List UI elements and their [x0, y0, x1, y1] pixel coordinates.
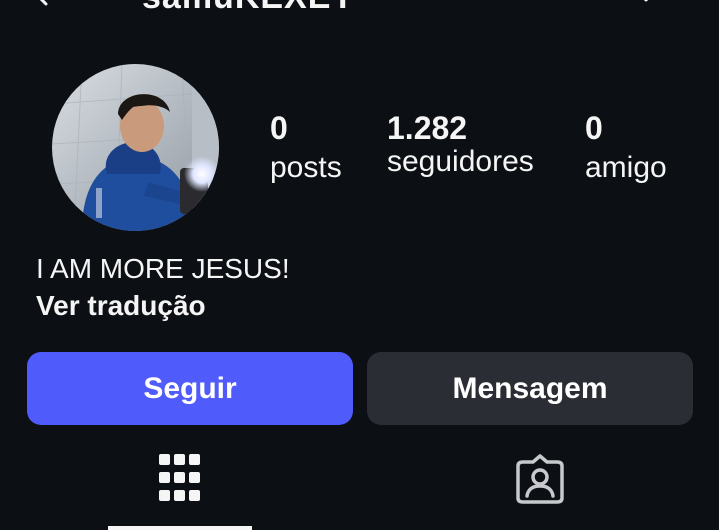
grid-icon	[159, 454, 200, 501]
chevron-down-icon[interactable]	[636, 0, 656, 6]
stat-posts-label: posts	[270, 151, 342, 184]
tagged-person-icon	[516, 454, 564, 504]
stat-followers-label: seguidores	[387, 145, 534, 178]
stat-followers[interactable]: 1.282 seguidores	[387, 108, 534, 182]
top-bar: samuKEXEY	[0, 0, 719, 20]
stat-posts[interactable]: 0 posts	[270, 108, 342, 188]
follow-button[interactable]: Seguir	[27, 352, 353, 425]
active-tab-indicator	[108, 526, 252, 530]
chevron-left-icon[interactable]	[32, 0, 54, 6]
profile-username: samuKEXEY	[142, 0, 355, 17]
tab-posts-grid[interactable]	[108, 440, 252, 530]
see-translation-link[interactable]: Ver tradução	[36, 288, 206, 324]
message-button[interactable]: Mensagem	[367, 352, 693, 425]
stat-posts-value: 0	[270, 110, 288, 146]
stat-friends-label: amigo	[585, 151, 667, 184]
stat-friends[interactable]: 0 amigo	[585, 108, 667, 188]
stat-friends-value: 0	[585, 110, 603, 146]
tab-tagged[interactable]	[468, 440, 612, 530]
avatar[interactable]	[52, 64, 219, 231]
profile-bio: I AM MORE JESUS!	[36, 253, 290, 284]
